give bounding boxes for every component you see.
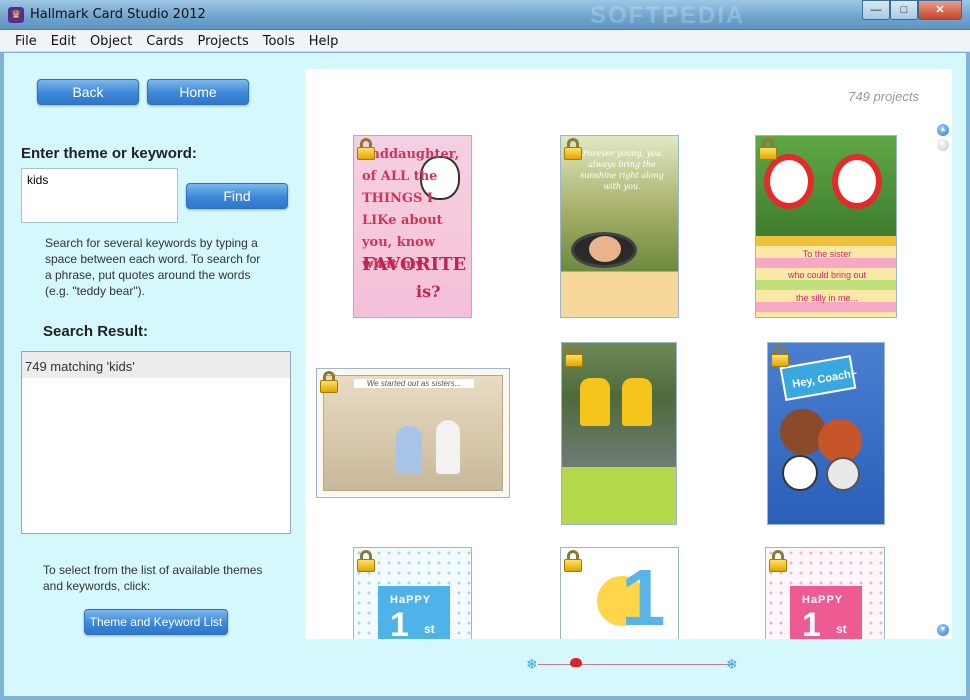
keyword-input[interactable]: [21, 168, 178, 223]
scroll-thumb[interactable]: [937, 139, 949, 151]
lock-icon: [758, 138, 778, 160]
project-count: 749 projects: [848, 89, 919, 104]
back-button[interactable]: Back: [37, 79, 139, 105]
card-text: 1: [621, 553, 666, 639]
card-text: st: [836, 622, 847, 636]
app-crown-icon: ♛: [8, 7, 24, 23]
scroll-up-button[interactable]: ▲: [937, 124, 949, 136]
card-text: FAVORITE: [362, 254, 467, 275]
themes-help-text: To select from the list of available the…: [43, 562, 262, 594]
decorative-divider: ❄ ❄: [526, 656, 746, 672]
scroll-down-button[interactable]: ▼: [937, 624, 949, 636]
keyword-heading: Enter theme or keyword:: [21, 145, 197, 162]
maximize-button[interactable]: □: [890, 0, 918, 20]
theme-keyword-list-button[interactable]: Theme and Keyword List: [84, 609, 228, 635]
lock-icon: [564, 345, 584, 367]
menu-edit[interactable]: Edit: [44, 30, 83, 51]
search-help-line: a phrase, put quotes around the words: [45, 268, 251, 282]
child-illustration: [589, 236, 621, 262]
ladybug-icon: [570, 658, 582, 667]
card-happy-1st-pink[interactable]: HaPPY 1 st: [765, 547, 885, 639]
card-text: We started out as sisters...: [354, 379, 474, 388]
search-help-text: Search for several keywords by typing a …: [45, 235, 260, 299]
list-item[interactable]: 749 matching 'kids': [22, 352, 290, 378]
card-happy-1st-blue[interactable]: HaPPY 1 st: [353, 547, 472, 639]
card-sunshine[interactable]: Forever young, you always bring the suns…: [560, 135, 679, 318]
lock-icon: [563, 138, 583, 160]
card-sister-clowns[interactable]: To the sister who could bring out the si…: [755, 135, 897, 318]
card-text: HaPPY: [802, 594, 844, 606]
card-text: the silly in me...: [795, 293, 859, 303]
raincoat-child: [622, 378, 652, 426]
menu-help[interactable]: Help: [302, 30, 346, 51]
card-text: who could bring out: [787, 270, 867, 280]
home-button[interactable]: Home: [147, 79, 249, 105]
card-text: To the sister: [802, 249, 852, 259]
search-help-line: space between each word. To search for: [45, 252, 261, 266]
card-started-out-sisters[interactable]: We started out as sisters...: [316, 368, 510, 498]
close-button[interactable]: ✕: [918, 0, 962, 20]
search-result-list[interactable]: 749 matching 'kids': [21, 351, 291, 534]
card-text: st: [424, 622, 435, 636]
card-granddaughter[interactable]: anddaughter, of ALL the THINGS I LIKe ab…: [353, 135, 472, 318]
card-coach[interactable]: Hey, Coach~: [767, 342, 885, 525]
card-text: 1: [802, 606, 821, 639]
menu-tools[interactable]: Tools: [256, 30, 302, 51]
card-raincoat-kids[interactable]: [561, 342, 677, 525]
client-area: Back Home Enter theme or keyword: Find S…: [4, 53, 966, 696]
window-bottom-border: [0, 696, 970, 700]
card-text: 1: [390, 606, 409, 639]
menu-projects[interactable]: Projects: [190, 30, 255, 51]
find-button[interactable]: Find: [186, 183, 288, 209]
green-pattern: [562, 467, 676, 524]
watermark: SOFTPEDIA: [590, 2, 746, 29]
card-big-one[interactable]: 1: [560, 547, 679, 639]
snowflake-icon: ❄: [526, 656, 538, 672]
snowflake-icon: ❄: [726, 656, 738, 672]
lock-icon: [319, 371, 339, 393]
card-text: HaPPY: [390, 594, 432, 606]
menu-file[interactable]: File: [8, 30, 44, 51]
menu-bar: File Edit Object Cards Projects Tools He…: [0, 30, 970, 52]
menu-cards[interactable]: Cards: [139, 30, 190, 51]
raincoat-child: [580, 378, 610, 426]
lock-icon: [770, 345, 790, 367]
card-text: Forever young, you always bring the suns…: [580, 149, 664, 191]
title-bar: ♛ Hallmark Card Studio 2012 SOFTPEDIA — …: [0, 0, 970, 30]
search-help-line: Search for several keywords by typing a: [45, 236, 258, 250]
card-text: is?: [416, 282, 441, 301]
lock-icon: [768, 550, 788, 572]
kitchen-illustration: We started out as sisters...: [323, 375, 503, 491]
search-help-line: (e.g. "teddy bear").: [45, 284, 145, 298]
lock-icon: [356, 138, 376, 160]
minimize-button[interactable]: —: [862, 0, 890, 20]
card-gallery: 749 projects ▲ ▼ anddaughter, of ALL the…: [305, 69, 952, 639]
window-title: Hallmark Card Studio 2012: [30, 7, 206, 22]
lock-icon: [356, 550, 376, 572]
themes-help-line: To select from the list of available the…: [43, 563, 263, 577]
menu-object[interactable]: Object: [83, 30, 139, 51]
themes-help-line: and keywords, click:: [43, 579, 151, 593]
search-result-heading: Search Result:: [43, 323, 149, 340]
lock-icon: [563, 550, 583, 572]
